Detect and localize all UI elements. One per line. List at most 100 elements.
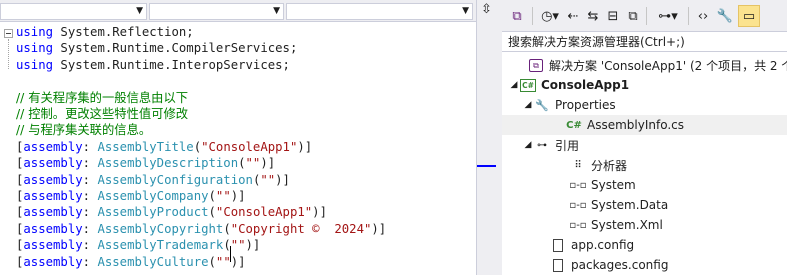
reference-icon: ▫-▫ <box>569 199 587 211</box>
code-line[interactable]: using System.Reflection; <box>16 24 194 40</box>
collapse-all-icon[interactable]: ⊟ <box>604 5 622 27</box>
code-line[interactable]: [assembly: AssemblyDescription("")] <box>16 155 275 171</box>
code-token: )] <box>297 139 313 154</box>
code-line[interactable]: [assembly: AssemblyCopyright("Copyright … <box>16 221 386 237</box>
collapse-region-icon[interactable] <box>4 29 13 38</box>
solution-icon: ⧉ <box>528 57 544 73</box>
back-forward-icon[interactable]: ⇠ <box>564 5 582 27</box>
code-token: )] <box>371 221 387 236</box>
code-line[interactable]: using System.Runtime.InteropServices; <box>16 57 290 73</box>
code-line[interactable]: // 与程序集关联的信息。 <box>16 122 151 138</box>
code-token: System.Runtime.CompilerServices; <box>53 41 298 56</box>
tree-item[interactable]: app.config <box>538 235 634 255</box>
wrench-icon: 🔧 <box>535 98 549 112</box>
chevron-down-icon: ▼ <box>462 6 469 16</box>
solution-tree: ⧉ 解决方案 'ConsoleApp1' (2 个项目，共 2 个) ◢ C# Cons… <box>502 53 787 275</box>
code-line[interactable]: using System.Runtime.CompilerServices; <box>16 40 297 56</box>
code-token: )] <box>275 172 290 187</box>
tree-item[interactable]: ◢ 🔧 Properties <box>522 95 616 115</box>
code-icon[interactable]: ‹› <box>693 5 713 27</box>
code-line[interactable]: [assembly: AssemblyConfiguration("")] <box>16 172 290 188</box>
code-token: )] <box>230 254 246 269</box>
tree-item[interactable]: ▫-▫ System.Data <box>558 195 668 215</box>
history-icon[interactable]: ◷▾ <box>538 5 562 27</box>
code-token: )] <box>312 205 327 220</box>
reference-icon: ▫-▫ <box>569 219 587 231</box>
code-line[interactable]: [assembly: AssemblyProduct("ConsoleApp1"… <box>16 204 327 220</box>
string-token: "" <box>230 238 246 253</box>
expand-arrow-icon[interactable]: ◢ <box>508 80 520 90</box>
split-window-icon[interactable]: ⇳ <box>481 2 492 18</box>
tree-item[interactable]: ⠿ 分析器 <box>558 155 627 175</box>
solution-explorer: ⧉ ◷▾ ⇠ ⇆ ⊟ ⧉ ⊶▾ ‹› 🔧 ▭ ⧉ 解决方案 'ConsoleApp… <box>502 0 787 275</box>
tree-item-label: System <box>591 178 636 192</box>
expand-arrow-icon[interactable]: ◢ <box>522 100 534 110</box>
config-file-icon <box>550 257 566 273</box>
code-token: : <box>82 254 98 269</box>
code-line[interactable]: [assembly: AssemblyTrademark("")] <box>16 237 260 253</box>
keyword-token: assembly <box>23 238 83 253</box>
tree-item-label: ConsoleApp1 <box>541 78 630 92</box>
tree-item[interactable]: ◢ ⊶ 引用 <box>522 135 579 155</box>
code-line[interactable]: [assembly: AssemblyCompany("")] <box>16 188 246 204</box>
reference-icon: ▫-▫ <box>569 179 587 191</box>
csharp-file-icon: C# <box>566 119 582 131</box>
keyword-token: assembly <box>23 172 83 187</box>
expand-arrow-icon[interactable]: ◢ <box>522 140 534 150</box>
keyword-token: assembly <box>23 156 83 171</box>
keyword-token: assembly <box>23 139 83 154</box>
tree-item-label: packages.config <box>571 258 669 272</box>
code-line[interactable]: [assembly: AssemblyCulture("")] <box>16 254 246 270</box>
code-token: : <box>82 139 98 154</box>
type-token: AssemblyCompany <box>97 189 209 203</box>
search-input[interactable] <box>508 33 780 50</box>
code-editor[interactable]: ▼ ▼ ▼ using System.Reflection; using Syst… <box>0 0 476 275</box>
code-token: : <box>82 172 98 187</box>
wrench-icon[interactable]: 🔧 <box>715 5 735 27</box>
tree-item[interactable]: ◢ C# ConsoleApp1 <box>508 75 630 95</box>
string-token: "ConsoleApp1" <box>201 139 298 154</box>
comment-token: // 与程序集关联的信息。 <box>16 123 152 138</box>
analyzer-icon: ⠿ <box>574 159 582 171</box>
preview-icon[interactable]: ▭ <box>738 5 760 27</box>
string-token: "Copyright © 2024" <box>230 221 372 236</box>
tree-item[interactable]: C# AssemblyInfo.cs <box>502 115 787 135</box>
type-token: AssemblyTrademark <box>97 238 224 253</box>
keyword-token: assembly <box>23 205 83 220</box>
code-line[interactable]: // 控制。更改这些特性值可修改 <box>16 106 188 122</box>
vs-icon[interactable]: ⧉ <box>506 5 528 27</box>
type-token: AssemblyCopyright <box>97 221 224 236</box>
csharp-project-icon: C# <box>520 77 536 93</box>
filter-icon[interactable]: ⊶▾ <box>652 5 684 27</box>
type-token: AssemblyConfiguration <box>97 172 253 187</box>
solution-explorer-toolbar: ⧉ ◷▾ ⇠ ⇆ ⊟ ⧉ ⊶▾ ‹› 🔧 ▭ <box>502 0 787 32</box>
code-token: ( <box>238 156 246 171</box>
tree-item-label: app.config <box>571 238 635 252</box>
project-dropdown[interactable]: ▼ <box>0 3 147 20</box>
tree-item[interactable]: ⧉ 解决方案 'ConsoleApp1' (2 个项目，共 2 个) <box>516 55 787 75</box>
keyword-token: assembly <box>23 189 83 203</box>
sync-icon[interactable]: ⇆ <box>584 5 602 27</box>
scroll-position-marker <box>477 165 497 167</box>
code-area[interactable]: using System.Reflection; using System.Run… <box>0 22 476 275</box>
tree-item-label: System.Xml <box>591 218 663 232</box>
editor-scrollbar[interactable]: ⇳ <box>476 0 497 275</box>
member-dropdown[interactable]: ▼ <box>286 3 473 20</box>
keyword-token: using <box>16 25 54 39</box>
tree-item[interactable]: ▫-▫ System <box>558 175 636 195</box>
outline-guide <box>8 39 9 69</box>
comment-token: // 有关程序集的一般信息由以下 <box>16 90 189 105</box>
type-dropdown[interactable]: ▼ <box>149 3 284 20</box>
navigation-bar: ▼ ▼ ▼ <box>0 0 476 22</box>
pages-icon[interactable]: ⧉ <box>624 5 642 27</box>
tree-item[interactable]: packages.config <box>538 255 668 275</box>
tree-item-label: 分析器 <box>591 158 628 173</box>
string-token: "" <box>215 254 231 269</box>
string-token: "" <box>260 172 276 187</box>
code-line[interactable]: // 有关程序集的一般信息由以下 <box>16 90 188 106</box>
code-line[interactable]: [assembly: AssemblyTitle("ConsoleApp1")] <box>16 139 312 155</box>
code-token: : <box>82 238 98 253</box>
code-token: : <box>82 189 98 203</box>
chevron-down-icon: ▼ <box>136 6 143 16</box>
tree-item[interactable]: ▫-▫ System.Xml <box>558 215 663 235</box>
